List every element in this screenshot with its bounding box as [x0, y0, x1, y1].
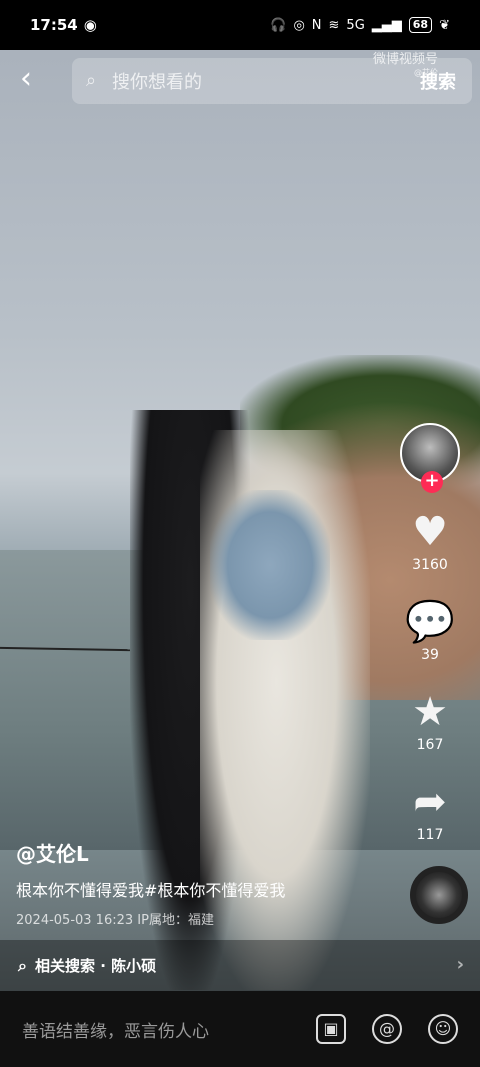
top-bar: ‹ ⌕ 搜你想看的 微博视频号 @艾伦 搜索 — [0, 52, 480, 104]
star-icon[interactable]: ★ — [398, 689, 462, 735]
post-location: IP属地：福建 — [137, 913, 214, 928]
status-bar: 17:54 ◉ 🎧 ◎ N ≋ 5G ▂▄▆ 68 ❦ — [0, 0, 480, 50]
status-time: 17:54 ◉ — [30, 16, 97, 34]
headphones-icon: 🎧 — [270, 17, 287, 33]
notification-icon: ◉ — [83, 16, 97, 34]
search-icon: ⌕ — [86, 70, 97, 91]
like-action[interactable]: ♥ 3160 — [398, 509, 462, 573]
like-count: 3160 — [412, 557, 448, 573]
post-caption: @艾伦L 根本你不懂得爱我#根本你不懂得爱我 2024-05-03 16:23 … — [16, 838, 396, 928]
comment-bubble-icon[interactable]: 💬 — [398, 599, 462, 645]
emoji-icon[interactable]: ☺ — [428, 1014, 458, 1044]
eye-icon: ◎ — [293, 17, 305, 33]
post-meta: 2024-05-03 16:23 IP属地：福建 — [16, 909, 396, 928]
search-button[interactable]: 搜索 — [420, 68, 456, 94]
heart-icon[interactable]: ♥ — [398, 509, 462, 555]
favorite-action[interactable]: ★ 167 — [398, 689, 462, 753]
clock-text: 17:54 — [30, 16, 78, 34]
share-action[interactable]: ➦ 117 — [398, 779, 462, 843]
status-icons: 🎧 ◎ N ≋ 5G ▂▄▆ 68 ❦ — [270, 17, 450, 33]
author-username[interactable]: @艾伦L — [16, 838, 396, 867]
related-search-label: 相关搜索 · 陈小硕 — [34, 957, 157, 975]
comment-bar: 善语结善缘，恶言伤人心 ▣ @ ☺ — [0, 991, 480, 1067]
watermark-text: 微博视频号 — [372, 52, 438, 67]
post-description[interactable]: 根本你不懂得爱我#根本你不懂得爱我 — [16, 877, 396, 901]
denim-jacket — [210, 490, 330, 640]
wifi-icon: ≋ — [328, 17, 340, 33]
battery-indicator: 68 — [408, 17, 433, 33]
follow-plus-icon[interactable]: + — [421, 471, 443, 493]
comment-input[interactable]: 善语结善缘，恶言伤人心 — [22, 1017, 290, 1042]
author-avatar[interactable]: + — [400, 423, 460, 493]
nfc-icon: N — [311, 17, 322, 33]
side-actions: + ♥ 3160 💬 39 ★ 167 ➦ 117 — [398, 423, 462, 843]
related-search-bar[interactable]: ⌕ 相关搜索 · 陈小硕 › — [0, 940, 480, 991]
share-arrow-icon[interactable]: ➦ — [398, 779, 462, 825]
at-mention-icon[interactable]: @ — [372, 1014, 402, 1044]
leaf-icon: ❦ — [439, 17, 450, 33]
search-placeholder: 搜你想看的 — [112, 72, 202, 93]
network-type: 5G — [346, 17, 365, 33]
image-icon[interactable]: ▣ — [316, 1014, 346, 1044]
share-count: 117 — [416, 827, 444, 843]
comment-count: 39 — [421, 647, 439, 663]
back-arrow-icon[interactable]: ‹ — [20, 64, 32, 94]
search-box[interactable]: ⌕ 搜你想看的 微博视频号 @艾伦 搜索 — [72, 52, 472, 104]
chevron-right-icon: › — [456, 954, 464, 975]
comment-action[interactable]: 💬 39 — [398, 599, 462, 663]
signal-icon: ▂▄▆ — [371, 17, 402, 33]
post-timestamp: 2024-05-03 16:23 — [16, 913, 134, 928]
music-disc[interactable] — [410, 866, 468, 924]
search-icon: ⌕ — [18, 955, 27, 975]
favorite-count: 167 — [416, 737, 444, 753]
